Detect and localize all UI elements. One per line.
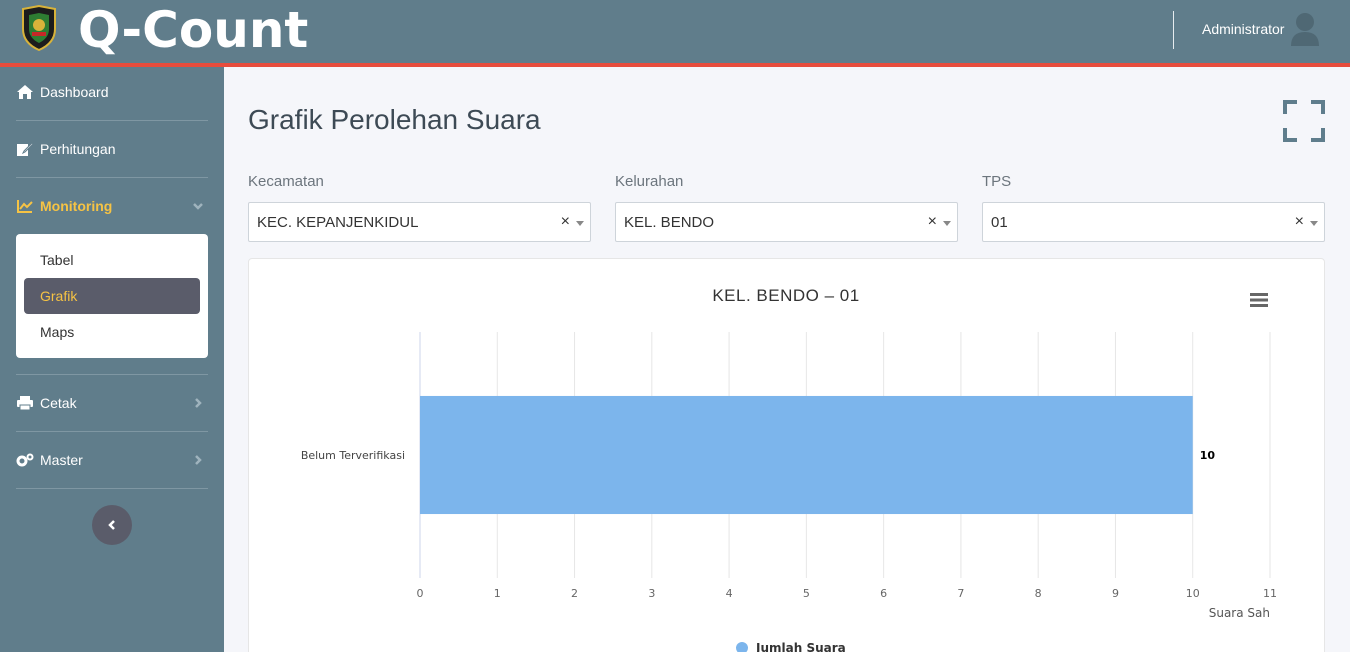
app-brand-title: Q-Count <box>78 1 309 59</box>
print-icon <box>16 395 34 411</box>
chevron-right-icon <box>195 455 202 465</box>
tps-select[interactable]: 01 × <box>982 202 1325 242</box>
clear-selection-icon[interactable]: × <box>561 213 570 231</box>
sidebar-divider <box>16 488 208 489</box>
regency-emblem-logo <box>22 5 56 51</box>
kelurahan-label: Kelurahan <box>615 173 684 190</box>
chart-title: KEL. BENDO – 01 <box>712 286 860 305</box>
chevron-left-icon <box>108 520 115 530</box>
chart-menu-icon[interactable] <box>1250 293 1268 307</box>
sidebar-divider <box>16 431 208 432</box>
chart-line-icon <box>16 198 34 214</box>
chevron-down-icon <box>193 203 203 210</box>
kelurahan-select[interactable]: KEL. BENDO × <box>615 202 958 242</box>
submenu-item-maps[interactable]: Maps <box>24 314 200 350</box>
dropdown-caret-icon[interactable] <box>576 221 584 226</box>
tps-label: TPS <box>982 173 1012 190</box>
sidebar-divider <box>16 177 208 178</box>
sidebar-item-cetak[interactable]: Cetak <box>16 383 208 423</box>
sidebar-item-dashboard[interactable]: Dashboard <box>16 72 208 112</box>
sidebar-item-master[interactable]: Master <box>16 440 208 480</box>
dropdown-caret-icon[interactable] <box>1310 221 1318 226</box>
clear-selection-icon[interactable]: × <box>1295 213 1304 231</box>
tps-value: 01 <box>991 213 1008 231</box>
cogs-icon <box>16 452 34 468</box>
sidebar-item-label: Master <box>40 452 83 468</box>
sidebar-item-label: Dashboard <box>40 84 109 100</box>
submenu-item-tabel[interactable]: Tabel <box>24 242 200 278</box>
home-icon <box>16 84 34 100</box>
dropdown-caret-icon[interactable] <box>943 221 951 226</box>
header-divider <box>1173 11 1174 49</box>
user-name[interactable]: Administrator <box>1202 21 1284 37</box>
user-avatar-icon[interactable] <box>1290 12 1320 46</box>
chart-card <box>248 258 1325 652</box>
fullscreen-icon[interactable] <box>1283 100 1325 142</box>
sidebar-item-label: Cetak <box>40 395 77 411</box>
clear-selection-icon[interactable]: × <box>928 213 937 231</box>
sidebar-item-label: Monitoring <box>40 198 113 214</box>
sidebar-item-monitoring[interactable]: Monitoring <box>16 186 208 226</box>
page-title: Grafik Perolehan Suara <box>248 104 541 135</box>
kecamatan-value: KEC. KEPANJENKIDUL <box>257 213 419 231</box>
edit-icon <box>16 141 34 157</box>
sidebar-divider <box>16 120 208 121</box>
chevron-right-icon <box>195 398 202 408</box>
kecamatan-label: Kecamatan <box>248 173 324 190</box>
sidebar-item-perhitungan[interactable]: Perhitungan <box>16 129 208 169</box>
kelurahan-value: KEL. BENDO <box>624 213 715 231</box>
sidebar-collapse-button[interactable] <box>92 505 132 545</box>
sidebar-item-label: Perhitungan <box>40 141 116 157</box>
sidebar-divider <box>16 374 208 375</box>
kecamatan-select[interactable]: KEC. KEPANJENKIDUL × <box>248 202 591 242</box>
